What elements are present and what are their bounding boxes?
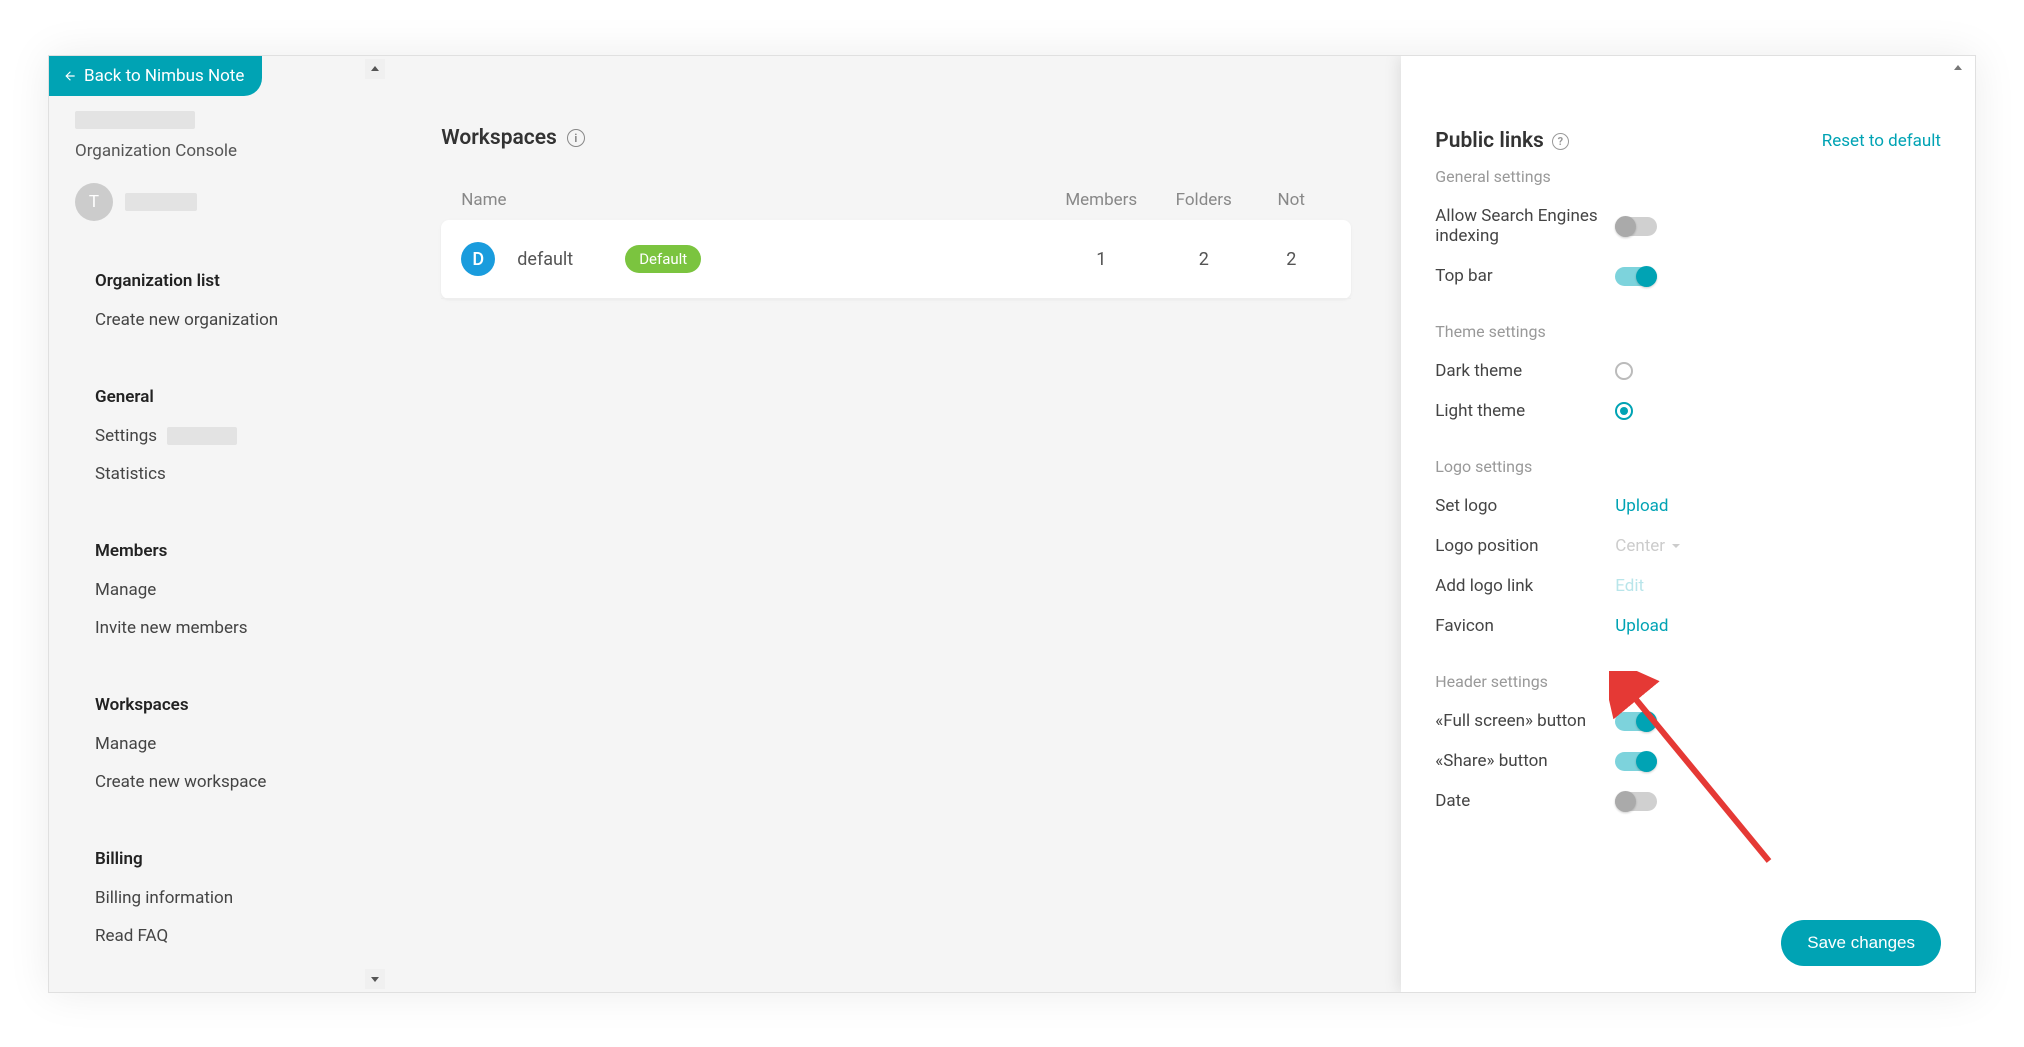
page-title: Workspaces i	[441, 126, 1351, 150]
back-button[interactable]: Back to Nimbus Note	[49, 56, 262, 96]
nav-title-org-list[interactable]: Organization list	[49, 261, 391, 301]
default-badge: Default	[625, 245, 701, 273]
general-settings-label: General settings	[1435, 167, 1941, 186]
scroll-down-icon[interactable]	[365, 969, 385, 989]
favicon-upload-link[interactable]: Upload	[1615, 616, 1668, 636]
col-folders: Folders	[1156, 190, 1251, 210]
light-theme-label: Light theme	[1435, 401, 1615, 421]
date-label: Date	[1435, 791, 1615, 811]
nav-settings[interactable]: Settings	[49, 417, 391, 455]
settings-panel: Public links ? Reset to default General …	[1401, 56, 1975, 992]
date-toggle[interactable]	[1615, 792, 1657, 811]
org-header: Organization Console	[49, 111, 391, 183]
info-icon[interactable]: i	[567, 129, 585, 147]
set-logo-upload-link[interactable]: Upload	[1615, 496, 1668, 516]
org-console-label: Organization Console	[75, 141, 365, 161]
nav-title-billing: Billing	[49, 839, 391, 879]
col-notes: Not	[1251, 190, 1331, 210]
nav-create-org[interactable]: Create new organization	[49, 301, 391, 339]
cell-members: 1	[1046, 249, 1156, 270]
save-changes-button[interactable]: Save changes	[1781, 920, 1941, 966]
dark-theme-radio[interactable]	[1615, 362, 1633, 380]
cell-notes: 2	[1251, 249, 1331, 270]
workspace-avatar: D	[461, 242, 495, 276]
add-logo-link-edit[interactable]: Edit	[1615, 576, 1644, 596]
nav-title-members: Members	[49, 531, 391, 571]
nav-ws-manage[interactable]: Manage	[49, 725, 391, 763]
theme-settings-label: Theme settings	[1435, 322, 1941, 341]
nav-members-manage[interactable]: Manage	[49, 571, 391, 609]
panel-scroll-up-icon[interactable]	[1949, 59, 1967, 77]
org-name-redacted	[75, 111, 195, 129]
col-members: Members	[1046, 190, 1156, 210]
top-bar-toggle[interactable]	[1615, 267, 1657, 286]
chevron-down-icon	[1671, 541, 1681, 551]
logo-position-select[interactable]: Center	[1615, 536, 1700, 556]
top-bar-label: Top bar	[1435, 266, 1615, 286]
fullscreen-button-label: «Full screen» button	[1435, 711, 1615, 731]
fullscreen-toggle[interactable]	[1615, 712, 1657, 731]
org-avatar-row[interactable]: T	[49, 183, 391, 251]
table-header: Name Members Folders Not	[441, 180, 1351, 220]
workspace-table: D default Default 1 2 2	[441, 220, 1351, 299]
nav-title-general: General	[49, 377, 391, 417]
header-settings-label: Header settings	[1435, 672, 1941, 691]
logo-settings-label: Logo settings	[1435, 457, 1941, 476]
nav-read-faq[interactable]: Read FAQ	[49, 917, 391, 955]
logo-position-label: Logo position	[1435, 536, 1615, 556]
light-theme-radio[interactable]	[1615, 402, 1633, 420]
favicon-label: Favicon	[1435, 616, 1615, 636]
reset-to-default-link[interactable]: Reset to default	[1822, 131, 1941, 151]
nav-title-workspaces: Workspaces	[49, 685, 391, 725]
share-toggle[interactable]	[1615, 752, 1657, 771]
nav-statistics[interactable]: Statistics	[49, 455, 391, 493]
settings-redacted	[167, 427, 237, 445]
avatar: T	[75, 183, 113, 221]
app-frame: Back to Nimbus Note Organization Console…	[48, 55, 1976, 993]
table-row[interactable]: D default Default 1 2 2	[441, 220, 1351, 299]
back-label: Back to Nimbus Note	[84, 66, 244, 86]
cell-folders: 2	[1156, 249, 1251, 270]
scroll-up-icon[interactable]	[365, 59, 385, 79]
org-select-redacted	[125, 193, 197, 211]
arrow-left-icon	[63, 69, 77, 83]
nav-invite-members[interactable]: Invite new members	[49, 609, 391, 647]
workspace-name: default	[517, 249, 573, 270]
allow-search-label: Allow Search Engines indexing	[1435, 206, 1615, 246]
nav-create-workspace[interactable]: Create new workspace	[49, 763, 391, 801]
help-icon[interactable]: ?	[1552, 133, 1569, 150]
panel-title: Public links ?	[1435, 129, 1569, 153]
col-name: Name	[461, 190, 1046, 210]
dark-theme-label: Dark theme	[1435, 361, 1615, 381]
main-content: Workspaces i Name Members Folders Not D …	[391, 56, 1401, 992]
share-button-label: «Share» button	[1435, 751, 1615, 771]
set-logo-label: Set logo	[1435, 496, 1615, 516]
add-logo-link-label: Add logo link	[1435, 576, 1615, 596]
sidebar: Organization Console T Organization list…	[49, 56, 391, 992]
nav-billing-info[interactable]: Billing information	[49, 879, 391, 917]
allow-search-toggle[interactable]	[1615, 217, 1657, 236]
